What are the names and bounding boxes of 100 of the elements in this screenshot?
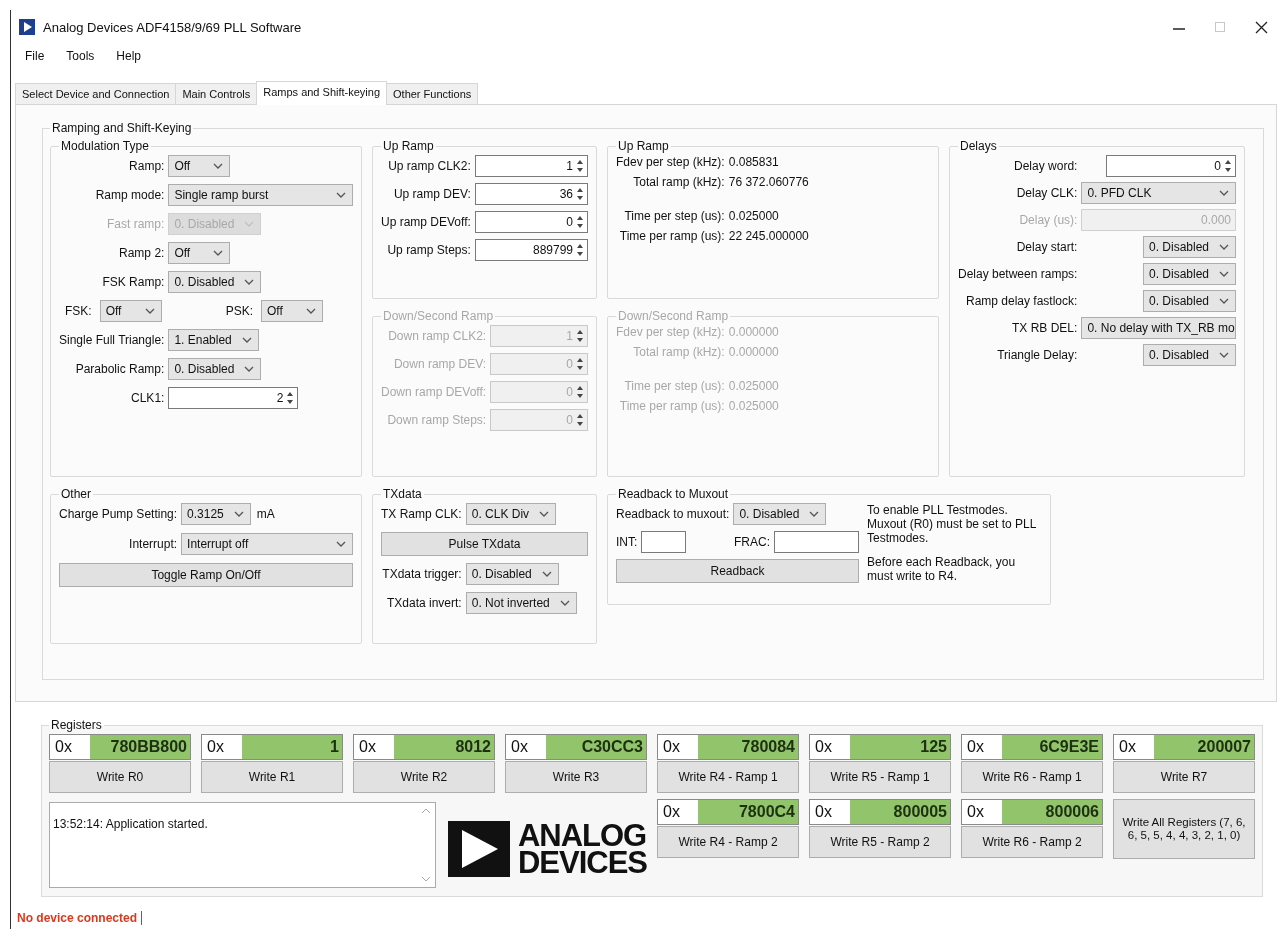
- menu-item[interactable]: File: [25, 49, 45, 63]
- dropdown[interactable]: 0.3125: [181, 503, 251, 525]
- register-value[interactable]: C30CC3: [546, 735, 646, 759]
- spin-box[interactable]: 36: [474, 183, 588, 205]
- field-label: Time per ramp (us):: [619, 229, 726, 243]
- dropdown[interactable]: 0. Disabled: [168, 358, 262, 380]
- tab[interactable]: Select Device and Connection: [15, 83, 177, 104]
- dropdown[interactable]: 1. Enabled: [168, 329, 259, 351]
- spinner-arrows-icon: [576, 412, 584, 428]
- field-label: INT:: [616, 535, 638, 549]
- write-button[interactable]: Write R5 - Ramp 1: [809, 761, 951, 793]
- caret-icon: [1219, 244, 1229, 250]
- write-button[interactable]: Write R7: [1113, 761, 1255, 793]
- register-value[interactable]: 1: [242, 735, 342, 759]
- dropdown[interactable]: Off: [168, 155, 231, 177]
- field-label: Time per step (us):: [624, 209, 726, 223]
- dropdown[interactable]: 0. PFD CLK: [1081, 182, 1236, 204]
- field-label: TXdata trigger:: [382, 567, 463, 581]
- register-value[interactable]: 8012: [394, 735, 494, 759]
- caret-icon: [244, 279, 255, 285]
- note-text: To enable PLL Testmodes. Muxout (R0) must be set to PLL Testmodes.: [867, 503, 1037, 545]
- write-button[interactable]: Write R4 - Ramp 2: [657, 826, 799, 858]
- field-label: Delay start:: [1016, 240, 1079, 254]
- register-value[interactable]: 780BB800: [90, 735, 190, 759]
- spin-box[interactable]: 1: [474, 155, 588, 177]
- group-title: Modulation Type: [60, 139, 150, 153]
- dropdown[interactable]: Single ramp burst: [168, 184, 353, 206]
- menu-item[interactable]: Tools: [66, 49, 95, 63]
- dropdown[interactable]: Off: [168, 242, 231, 264]
- write-button[interactable]: Write R2: [353, 761, 495, 793]
- status-text: No device connected: [17, 911, 143, 925]
- dropdown[interactable]: 0. Disabled: [1142, 290, 1236, 312]
- write-button[interactable]: Write R4 - Ramp 1: [657, 761, 799, 793]
- register-value[interactable]: 6C9E3E: [1002, 735, 1102, 759]
- dropdown[interactable]: Off: [261, 300, 323, 322]
- field-label: Total ramp (kHz):: [633, 345, 726, 359]
- field-label: Interrupt:: [129, 537, 179, 551]
- field-label: Fast ramp:: [107, 217, 166, 231]
- hex-prefix: 0x: [506, 735, 546, 759]
- register-value[interactable]: 780084: [698, 735, 798, 759]
- window-title: Analog Devices ADF4158/9/69 PLL Software: [43, 19, 302, 35]
- field-label: FRAC:: [734, 535, 770, 549]
- hex-prefix: 0x: [354, 735, 394, 759]
- caret-icon: [241, 337, 252, 343]
- dropdown[interactable]: 0. Not inverted: [465, 592, 577, 614]
- caret-icon: [1219, 271, 1229, 277]
- spinner-arrows-icon: [576, 158, 584, 174]
- tab[interactable]: Other Functions: [386, 83, 479, 104]
- spin-box[interactable]: 889799: [474, 239, 588, 261]
- field-label: Down ramp DEV:: [393, 357, 488, 371]
- input-field[interactable]: [774, 531, 859, 553]
- value-text: 0.025000: [728, 209, 779, 223]
- write-button[interactable]: Write R1: [201, 761, 343, 793]
- register-value[interactable]: 200007: [1154, 735, 1254, 759]
- field-label: FSK:: [65, 304, 93, 318]
- field-label: Ramp delay fastlock:: [966, 294, 1079, 308]
- push-button[interactable]: Toggle Ramp On/Off: [59, 563, 353, 587]
- spinner-arrows-icon: [576, 384, 584, 400]
- spin-box[interactable]: 2: [168, 387, 299, 409]
- dropdown[interactable]: Interrupt off: [181, 533, 353, 555]
- register-value[interactable]: 800006: [1002, 800, 1102, 824]
- group-title: Ramping and Shift-Keying: [51, 121, 193, 135]
- spinner-arrows-icon: [576, 328, 584, 344]
- field-label: PSK:: [225, 304, 254, 318]
- dropdown[interactable]: 0. Disabled: [168, 271, 262, 293]
- write-button[interactable]: Write R6 - Ramp 1: [961, 761, 1103, 793]
- register-value[interactable]: 800005: [850, 800, 950, 824]
- register-value[interactable]: 125: [850, 735, 950, 759]
- caret-icon: [244, 221, 255, 227]
- tab[interactable]: Ramps and Shift-keying: [256, 81, 387, 105]
- push-button[interactable]: Pulse TXdata: [381, 532, 588, 556]
- caret-icon: [306, 308, 316, 314]
- menu-item[interactable]: Help: [116, 49, 142, 63]
- dropdown[interactable]: 0. Disabled: [1142, 344, 1236, 366]
- spin-box[interactable]: 0: [1106, 155, 1236, 177]
- write-button[interactable]: Write R6 - Ramp 2: [961, 826, 1103, 858]
- dropdown[interactable]: 0. Disabled: [1142, 263, 1236, 285]
- dropdown[interactable]: 0. CLK Div: [465, 503, 557, 525]
- write-button[interactable]: Write R3: [505, 761, 647, 793]
- field-label: Ramp mode:: [95, 188, 166, 202]
- dropdown[interactable]: 0. Disabled: [733, 503, 827, 525]
- dropdown[interactable]: Off: [99, 300, 162, 322]
- field-label: Down ramp CLK2:: [388, 329, 488, 343]
- register-value[interactable]: 7800C4: [698, 800, 798, 824]
- field-label: Total ramp (kHz):: [633, 175, 726, 189]
- input-field[interactable]: [641, 531, 687, 553]
- field-label: Down ramp DEVoff:: [381, 385, 488, 399]
- spin-box[interactable]: 0: [474, 211, 588, 233]
- write-button[interactable]: Write R0: [49, 761, 191, 793]
- spinner-arrows-icon: [1224, 158, 1232, 174]
- field-label: Fdev per step (kHz):: [616, 325, 726, 339]
- write-all-button[interactable]: Write All Registers (7, 6, 6, 5, 5, 4, 4, 3, 2, 1, 0): [1113, 799, 1255, 859]
- dropdown[interactable]: 0. Disabled: [1142, 236, 1236, 258]
- field-label: Delay word:: [1014, 159, 1079, 173]
- field-label: Up ramp DEV:: [393, 187, 472, 201]
- write-button[interactable]: Write R5 - Ramp 2: [809, 826, 951, 858]
- dropdown[interactable]: 0. Disabled: [465, 563, 559, 585]
- tab[interactable]: Main Controls: [175, 83, 258, 104]
- dropdown[interactable]: 0. No delay with TX_RB mo: [1081, 317, 1236, 339]
- push-button[interactable]: Readback: [616, 559, 859, 583]
